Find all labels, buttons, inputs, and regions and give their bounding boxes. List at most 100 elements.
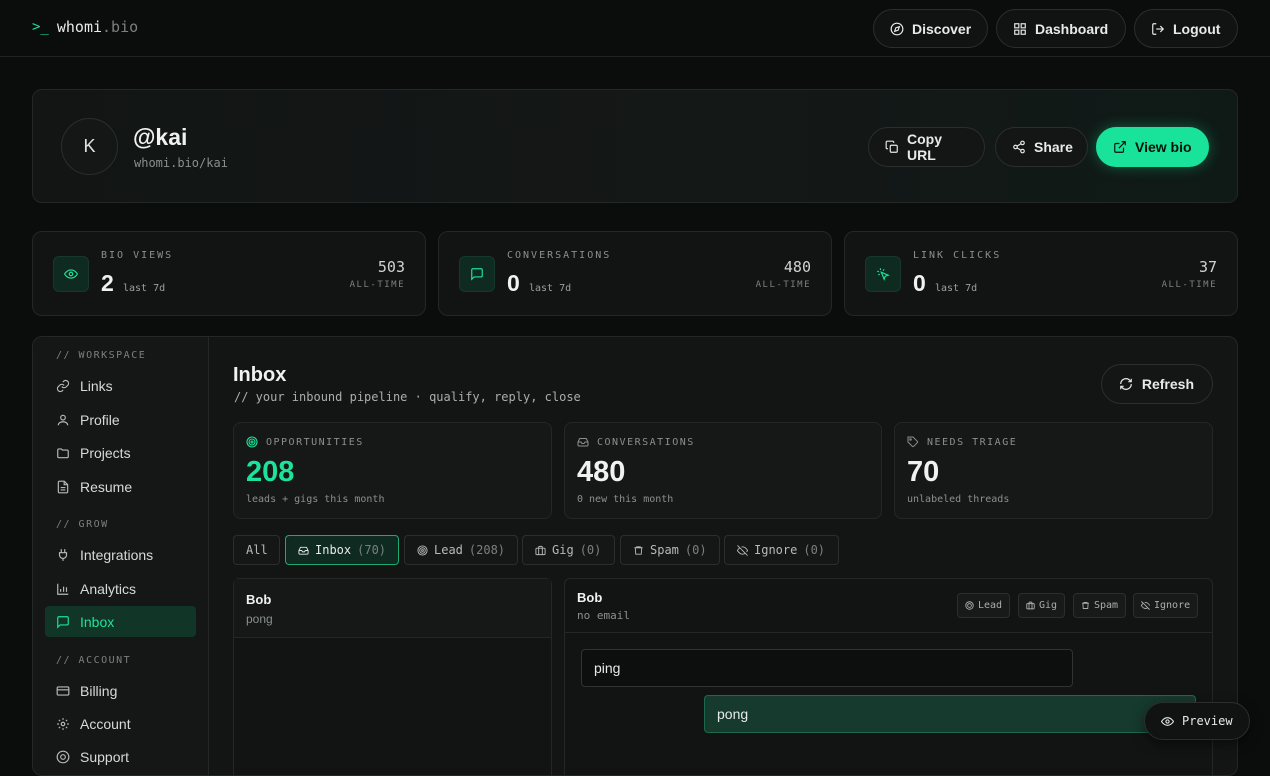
discover-button[interactable]: Discover (873, 9, 988, 48)
sidebar-section-grow: // GROW (56, 519, 109, 530)
credit-card-icon (56, 684, 70, 698)
sidebar-item-resume[interactable]: Resume (45, 471, 196, 502)
filter-gig[interactable]: Gig (0) (522, 535, 615, 565)
filter-label: All (246, 543, 268, 557)
label-action-text: Gig (1039, 600, 1058, 611)
filter-count: (70) (357, 543, 387, 557)
stat-period: last 7d (935, 283, 978, 294)
label-ignore-button[interactable]: Ignore (1133, 593, 1199, 618)
target-icon (417, 544, 428, 556)
sidebar-section-workspace: // WORKSPACE (56, 350, 147, 361)
copy-icon (885, 140, 899, 154)
trash-icon (1081, 601, 1090, 610)
eye-icon (53, 256, 89, 292)
kpi-sub: leads + gigs this month (246, 494, 385, 505)
logout-button[interactable]: Logout (1134, 9, 1238, 48)
lifebuoy-icon (56, 750, 70, 764)
filter-ignore[interactable]: Ignore (0) (724, 535, 839, 565)
dashboard-button[interactable]: Dashboard (996, 9, 1126, 48)
stat-value: 2 (101, 270, 114, 296)
sidebar-item-integrations[interactable]: Integrations (45, 539, 196, 570)
filter-all[interactable]: All (233, 535, 280, 565)
folder-icon (56, 446, 70, 460)
message-icon (56, 615, 70, 629)
brand-logo[interactable]: >_ whomi.bio (32, 18, 138, 36)
workspace-panel: // WORKSPACE Links Profile Projects Resu… (32, 336, 1238, 776)
stat-value: 0 (507, 270, 520, 296)
filter-label: Lead (434, 543, 463, 557)
grid-icon (1013, 22, 1027, 36)
kpi-sub: 0 new this month (577, 494, 674, 505)
copy-url-button[interactable]: Copy URL (868, 127, 985, 167)
gear-icon (56, 717, 70, 731)
sidebar-item-support[interactable]: Support (45, 741, 196, 772)
refresh-label: Refresh (1141, 376, 1194, 392)
inbox-main: Inbox // your inbound pipeline · qualify… (233, 337, 1213, 775)
label-lead-button[interactable]: Lead (957, 593, 1011, 618)
sidebar-item-label: Analytics (80, 580, 137, 597)
stat-period: last 7d (123, 283, 166, 294)
thread-contact-name: Bob (577, 590, 603, 605)
sidebar-item-label: Integrations (80, 546, 154, 563)
click-icon (865, 256, 901, 292)
logout-label: Logout (1173, 20, 1221, 37)
filter-spam[interactable]: Spam (0) (620, 535, 720, 565)
sidebar-item-links[interactable]: Links (45, 370, 196, 401)
view-bio-button[interactable]: View bio (1096, 127, 1209, 167)
sidebar-item-inbox[interactable]: Inbox (45, 606, 196, 637)
label-action-text: Ignore (1154, 600, 1191, 611)
sidebar-item-account[interactable]: Account (45, 708, 196, 739)
refresh-button[interactable]: Refresh (1100, 364, 1213, 404)
sidebar-item-label: Account (80, 715, 131, 732)
sidebar-item-label: Inbox (80, 613, 115, 630)
page-subtitle: // your inbound pipeline · qualify, repl… (234, 390, 581, 404)
message-outgoing: pong (704, 695, 1196, 733)
sidebar-item-profile[interactable]: Profile (45, 404, 196, 435)
kpi-opportunities: OPPORTUNITIES 208 leads + gigs this mont… (233, 422, 552, 519)
terminal-prompt-icon: >_ (32, 19, 49, 35)
briefcase-icon (535, 545, 546, 556)
external-link-icon (1113, 140, 1127, 154)
preview-button[interactable]: Preview (1144, 702, 1250, 740)
sidebar-item-analytics[interactable]: Analytics (45, 573, 196, 604)
document-icon (56, 480, 70, 494)
kpi-needs-triage: NEEDS TRIAGE 70 unlabeled threads (894, 422, 1213, 519)
label-spam-button[interactable]: Spam (1073, 593, 1127, 618)
compass-icon (890, 22, 904, 36)
filter-lead[interactable]: Lead (208) (404, 535, 518, 565)
copy-url-label: Copy URL (907, 131, 942, 163)
avatar: K (61, 118, 118, 175)
filter-inbox[interactable]: Inbox (70) (285, 535, 399, 565)
sidebar-item-billing[interactable]: Billing (45, 675, 196, 706)
stat-label: CONVERSATIONS (507, 250, 612, 261)
stat-alltime-value: 480 (783, 258, 811, 276)
filter-count: (0) (684, 543, 707, 557)
label-gig-button[interactable]: Gig (1018, 593, 1066, 618)
stat-alltime-label: ALL-TIME (349, 280, 405, 290)
filter-label: Inbox (315, 543, 352, 557)
top-navbar: >_ whomi.bio Discover Dashboard Logout (0, 0, 1270, 57)
brand-name: whomi (56, 18, 103, 36)
filter-label: Spam (650, 543, 679, 557)
label-action-text: Spam (1094, 600, 1119, 611)
sidebar-item-label: Links (80, 377, 113, 394)
profile-card: K @kai whomi.bio/kai Copy URL Share View… (32, 89, 1238, 203)
plug-icon (56, 548, 70, 562)
inbox-tray-icon (577, 436, 589, 448)
label-action-text: Lead (978, 600, 1003, 611)
filter-label: Gig (552, 543, 574, 557)
conversation-thread: Bob no email Lead Gig Spam Ignore ping p… (564, 578, 1213, 775)
stat-alltime-label: ALL-TIME (755, 280, 811, 290)
sidebar-item-label: Resume (80, 478, 133, 495)
user-icon (56, 413, 70, 427)
list-item[interactable]: Bob pong (234, 579, 551, 638)
message-icon (459, 256, 495, 292)
share-button[interactable]: Share (995, 127, 1088, 167)
kpi-sub: unlabeled threads (907, 494, 1010, 505)
stat-period: last 7d (529, 283, 572, 294)
sidebar: // WORKSPACE Links Profile Projects Resu… (33, 337, 209, 775)
stat-value: 0 (913, 270, 926, 296)
sidebar-item-projects[interactable]: Projects (45, 437, 196, 468)
briefcase-icon (1026, 601, 1035, 610)
filter-count: (208) (468, 543, 506, 557)
